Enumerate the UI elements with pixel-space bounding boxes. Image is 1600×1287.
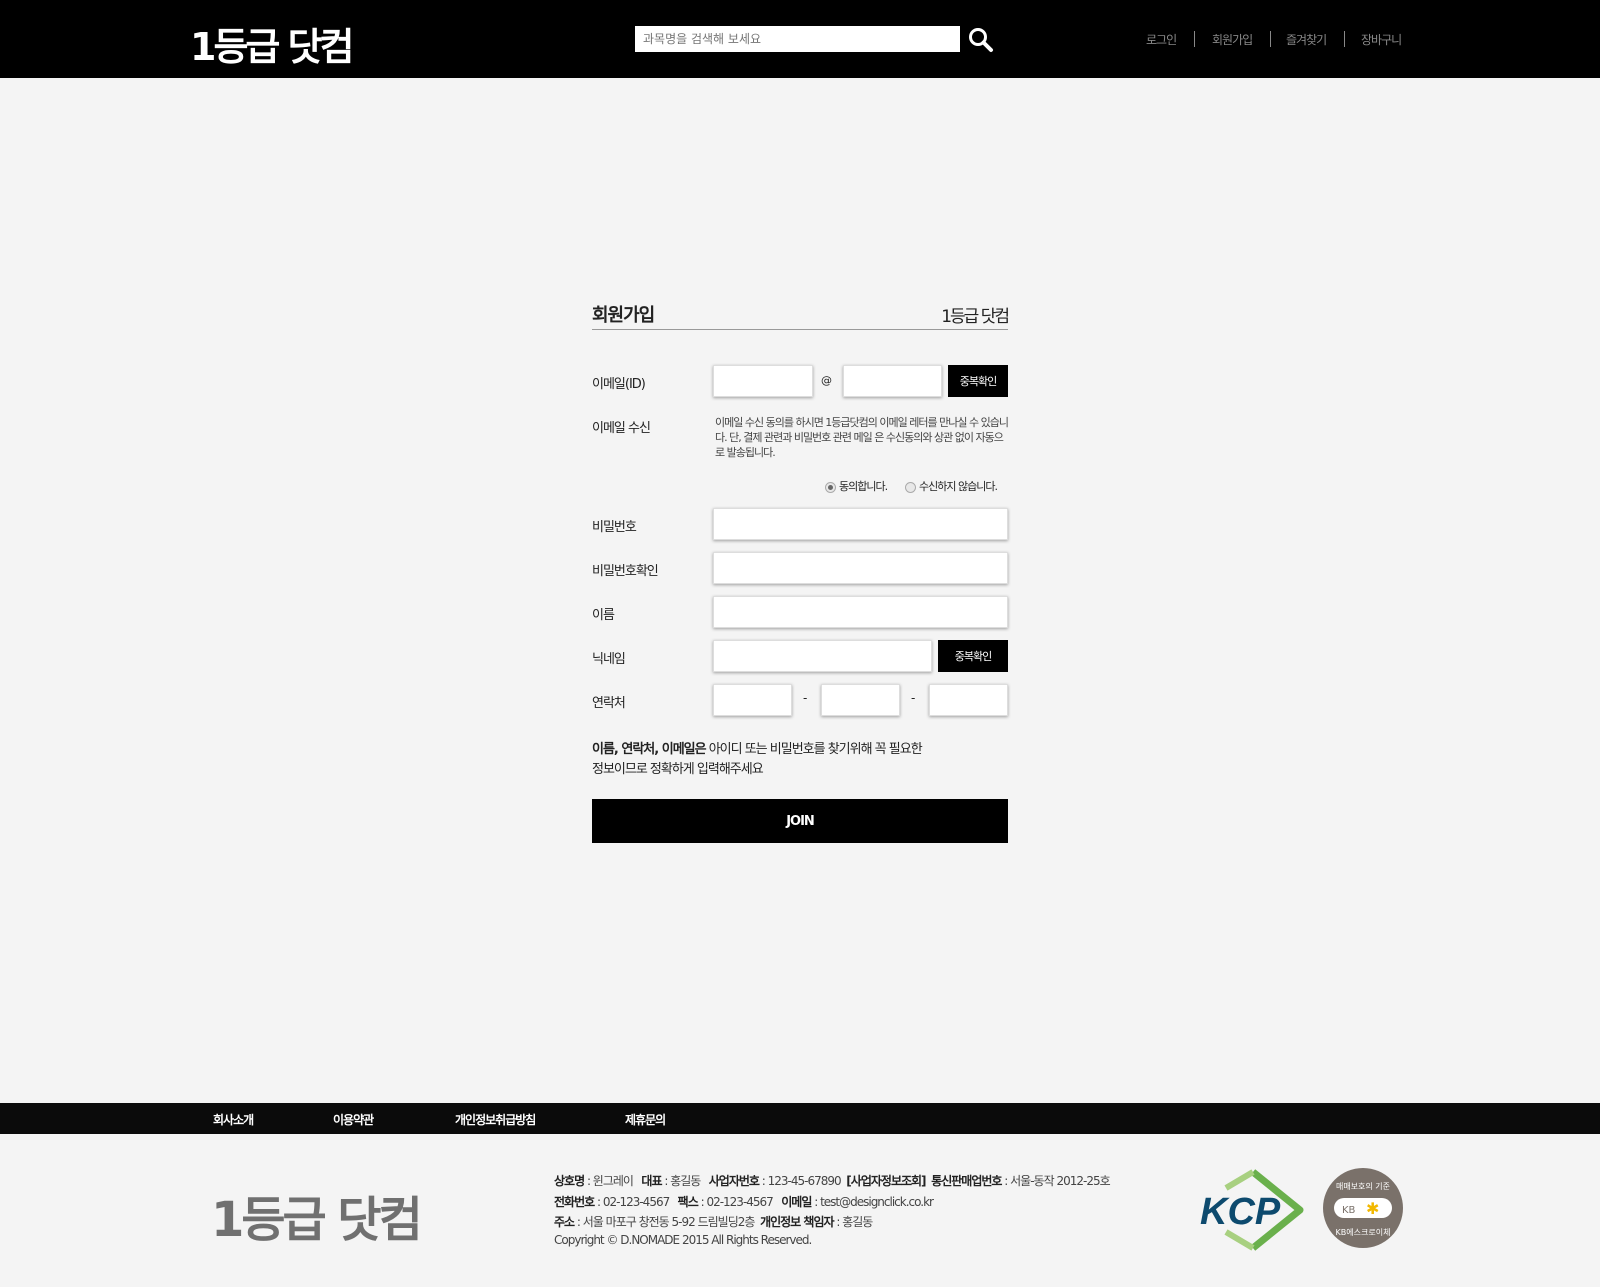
footer-logo: 1등급 닷컴 [211, 1192, 423, 1248]
nav-login[interactable]: 로그인 [1146, 31, 1177, 48]
email-check-button[interactable]: 중복확인 [948, 365, 1008, 397]
nickname-check-button[interactable]: 중복확인 [938, 640, 1008, 672]
footer-info-line1: 상호명 : 윈그레이 대표 : 홍길동 사업자번호 : 123-45-67890… [554, 1174, 1111, 1188]
email-recv-label: 이메일 수신 [592, 421, 651, 436]
footer-info-line2: 전화번호 : 02-123-4567 팩스 : 02-123-4567 이메일 … [554, 1195, 934, 1209]
footer-link-about[interactable]: 회사소개 [213, 1111, 254, 1128]
divider [1270, 31, 1271, 47]
seal-top: 매매보호의 기준 [1336, 1181, 1390, 1191]
nickname-label: 닉네임 [592, 652, 626, 667]
email-recv-text: 이메일 수신 동의를 하시면 1등급닷컴의 이메일 레터를 만나실 수 있습니다… [715, 416, 1009, 459]
phone-part2-input[interactable] [821, 684, 900, 716]
email-id-input[interactable] [713, 365, 813, 397]
radio-disagree-label: 수신하지 않습니다. [919, 480, 998, 493]
password-input[interactable] [713, 508, 1008, 540]
seal-kb: KB [1342, 1205, 1356, 1216]
site-logo[interactable]: 1등급 닷컴 [190, 16, 355, 71]
phone-part3-input[interactable] [929, 684, 1008, 716]
form-brand: 1등급 닷컴 [941, 307, 1010, 327]
name-input[interactable] [713, 596, 1008, 628]
password-label: 비밀번호 [592, 520, 637, 535]
radio-icon[interactable] [905, 481, 916, 493]
footer-link-privacy[interactable]: 개인정보취급방침 [455, 1111, 536, 1128]
divider [1344, 31, 1345, 47]
email-domain-input[interactable] [843, 365, 942, 397]
nav-favorites[interactable]: 즐겨찾기 [1286, 31, 1327, 48]
radio-disagree[interactable]: 수신하지 않습니다. [905, 478, 998, 494]
email-label: 이메일(ID) [592, 377, 646, 392]
divider [1194, 31, 1195, 47]
svg-text:✱: ✱ [1366, 1199, 1379, 1218]
form-note: 이름, 연락처, 이메일은 아이디 또는 비밀번호를 찾기위해 꼭 필요한정보이… [592, 740, 923, 780]
radio-agree-label: 동의합니다. [839, 480, 888, 493]
radio-icon[interactable] [825, 481, 836, 493]
seal-bottom: KB에스크로이체 [1336, 1227, 1391, 1237]
note-text: 아이디 또는 비밀번호를 찾기위해 꼭 필요한 [705, 742, 923, 757]
radio-agree[interactable]: 동의합니다. [825, 478, 888, 494]
kcp-logo: KCP [1198, 1168, 1308, 1252]
biz-info-link[interactable]: [사업자정보조회] [846, 1174, 926, 1188]
phone-label: 연락처 [592, 696, 626, 711]
password-confirm-label: 비밀번호확인 [592, 564, 659, 579]
footer-info-line3: 주소 : 서울 마포구 창전동 5-92 드림빌딩2층 개인정보 책임자 : 홍… [554, 1215, 873, 1229]
nav-cart[interactable]: 장바구니 [1361, 31, 1402, 48]
name-label: 이름 [592, 608, 615, 623]
page-title: 회원가입 [592, 305, 655, 326]
password-confirm-input[interactable] [713, 552, 1008, 584]
dash: - [803, 691, 808, 705]
at-sign: @ [821, 374, 832, 387]
note-bold: 이름, 연락처, 이메일은 [592, 742, 707, 757]
kcp-text: KCP [1200, 1191, 1281, 1233]
dash: - [911, 691, 916, 705]
nav-signup[interactable]: 회원가입 [1212, 31, 1253, 48]
title-divider [592, 329, 1008, 330]
footer-link-terms[interactable]: 이용약관 [333, 1111, 374, 1128]
escrow-seal: KB ✱ 매매보호의 기준 KB에스크로이체 [1322, 1167, 1404, 1249]
note-text-line2: 정보이므로 정확하게 입력해주세요 [592, 762, 764, 777]
footer-link-partnership[interactable]: 제휴문의 [625, 1111, 666, 1128]
search-input[interactable] [635, 26, 960, 52]
copyright: Copyright © D.NOMADE 2015 All Rights Res… [554, 1233, 812, 1247]
phone-part1-input[interactable] [713, 684, 792, 716]
search-icon[interactable] [968, 27, 994, 53]
nickname-input[interactable] [713, 640, 932, 672]
join-button[interactable]: JOIN [592, 799, 1008, 843]
